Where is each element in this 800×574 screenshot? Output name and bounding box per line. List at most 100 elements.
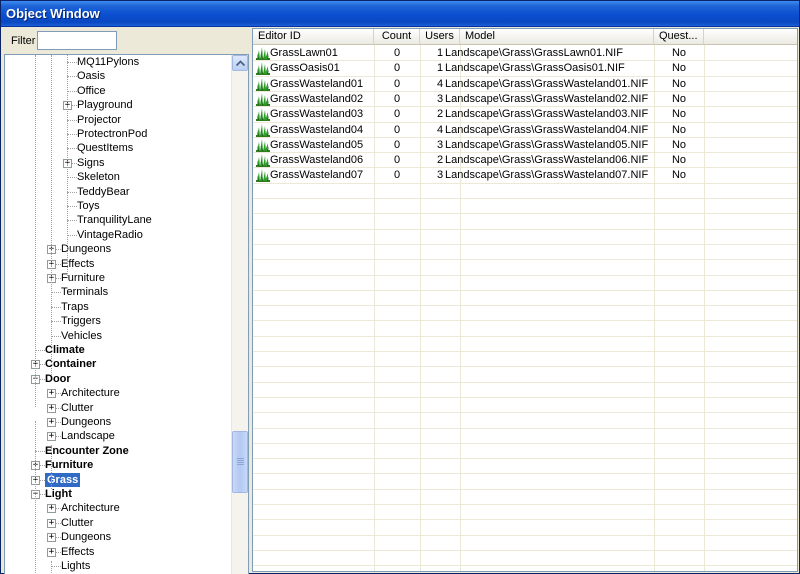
- tree-scroll-thumb[interactable]: [232, 431, 248, 493]
- cell-editor-id: GrassOasis01: [270, 62, 340, 74]
- tree-node-label: Triggers: [61, 315, 101, 327]
- cell-editor-id: GrassWasteland01: [270, 78, 364, 90]
- tree-node[interactable]: Toys: [77, 199, 100, 213]
- tree-node[interactable]: Vehicles: [61, 329, 102, 343]
- tree-node[interactable]: Landscape: [61, 429, 115, 443]
- tree-node[interactable]: TeddyBear: [77, 185, 130, 199]
- tree-node[interactable]: Dungeons: [61, 530, 111, 544]
- tree-expander-icon[interactable]: +: [47, 404, 56, 413]
- grass-icon: [256, 93, 270, 106]
- table-row[interactable]: GrassWasteland07 0 3 Landscape\Grass\GrassW…: [253, 168, 797, 183]
- filter-input[interactable]: [37, 31, 117, 50]
- tree-node[interactable]: MQ11Pylons: [77, 55, 139, 69]
- cell-model: Landscape\Grass\GrassWasteland04.NIF: [445, 124, 649, 136]
- tree-expander-icon[interactable]: +: [47, 389, 56, 398]
- table-row[interactable]: GrassWasteland03 0 2 Landscape\Grass\GrassW…: [253, 107, 797, 122]
- cell-quest: No: [671, 169, 687, 181]
- tree-node-label: ProtectronPod: [77, 128, 148, 140]
- tree-node-label: Office: [77, 85, 106, 97]
- tree-node[interactable]: Architecture: [61, 386, 120, 400]
- tree-node[interactable]: Dungeons: [61, 415, 111, 429]
- column-header-filler: [704, 29, 797, 45]
- cell-model: Landscape\Grass\GrassLawn01.NIF: [445, 47, 623, 59]
- cell-quest: No: [671, 108, 687, 120]
- cell-count: 0: [393, 78, 401, 90]
- grass-icon: [256, 108, 270, 121]
- tree-node-label: Oasis: [77, 70, 106, 82]
- tree-expander-icon[interactable]: +: [47, 548, 56, 557]
- table-row[interactable]: GrassWasteland05 0 3 Landscape\Grass\GrassW…: [253, 138, 797, 153]
- tree-node[interactable]: Clutter: [61, 516, 93, 530]
- tree-node-label: Toys: [77, 200, 100, 212]
- object-window: Object Window Filter MQ11Pylons Oasis Of…: [0, 0, 800, 574]
- tree-node[interactable]: Clutter: [61, 401, 93, 415]
- title-bar[interactable]: Object Window: [1, 1, 799, 27]
- tree-node-label: Projector: [77, 114, 122, 126]
- tree-node-label: Landscape: [61, 430, 115, 442]
- tree-node[interactable]: Oasis: [77, 69, 105, 83]
- cell-count: 0: [393, 154, 401, 166]
- cell-quest: No: [671, 93, 687, 105]
- cell-quest: No: [671, 124, 687, 136]
- tree-expander-icon[interactable]: +: [47, 533, 56, 542]
- cell-model: Landscape\Grass\GrassWasteland05.NIF: [445, 139, 649, 151]
- tree-node-label: Door: [45, 373, 71, 385]
- cell-editor-id: GrassWasteland05: [270, 139, 364, 151]
- tree-node[interactable]: Dungeons: [61, 242, 111, 256]
- table-row[interactable]: GrassWasteland06 0 2 Landscape\Grass\GrassW…: [253, 153, 797, 168]
- tree-expander-icon[interactable]: +: [47, 418, 56, 427]
- tree-node-label: Furniture: [45, 459, 94, 471]
- tree-node[interactable]: VintageRadio: [77, 228, 143, 242]
- tree-node[interactable]: Container: [45, 357, 96, 371]
- cell-count: 0: [393, 93, 401, 105]
- tree-node-label: Dungeons: [61, 531, 112, 543]
- tree-node[interactable]: Effects: [61, 545, 94, 559]
- cell-quest: No: [671, 47, 687, 59]
- tree-scrollbar[interactable]: [231, 55, 248, 574]
- tree-node[interactable]: Signs: [77, 156, 105, 170]
- tree-node[interactable]: Light: [45, 487, 72, 501]
- column-header-quest[interactable]: Quest...: [654, 29, 704, 45]
- column-header-count[interactable]: Count: [374, 29, 420, 45]
- tree-node[interactable]: QuestItems: [77, 141, 133, 155]
- tree-node-label: Lights: [61, 560, 91, 572]
- tree-node-label: Clutter: [61, 402, 94, 414]
- tree-node[interactable]: Office: [77, 84, 106, 98]
- object-tree[interactable]: MQ11Pylons Oasis Office Playground + Projecto…: [4, 54, 249, 574]
- column-header-editor-id[interactable]: Editor ID: [253, 29, 374, 45]
- table-row[interactable]: GrassLawn01 0 1 Landscape\Grass\GrassLawn01…: [253, 46, 797, 61]
- tree-node[interactable]: TranquilityLane: [77, 213, 152, 227]
- tree-node[interactable]: Furniture: [45, 458, 93, 472]
- table-row[interactable]: GrassWasteland02 0 3 Landscape\Grass\GrassW…: [253, 92, 797, 107]
- tree-node[interactable]: Door: [45, 372, 71, 386]
- cell-editor-id: GrassWasteland06: [270, 154, 364, 166]
- tree-node[interactable]: Traps: [61, 300, 89, 314]
- table-row[interactable]: GrassWasteland01 0 4 Landscape\Grass\GrassW…: [253, 77, 797, 92]
- tree-node[interactable]: Lights: [61, 559, 90, 573]
- table-row[interactable]: GrassWasteland04 0 4 Landscape\Grass\GrassW…: [253, 123, 797, 138]
- tree-node[interactable]: Playground: [77, 98, 133, 112]
- tree-node-label: Dungeons: [61, 416, 112, 428]
- table-row[interactable]: GrassOasis01 0 1 Landscape\Grass\GrassOasis…: [253, 61, 797, 76]
- tree-expander-icon[interactable]: +: [47, 504, 56, 513]
- tree-expander-icon[interactable]: +: [47, 432, 56, 441]
- tree-node[interactable]: Architecture: [61, 501, 120, 515]
- column-header-model[interactable]: Model: [460, 29, 654, 45]
- grass-icon: [256, 139, 270, 152]
- cell-quest: No: [671, 154, 687, 166]
- cell-editor-id: GrassWasteland02: [270, 93, 364, 105]
- tree-node[interactable]: ProtectronPod: [77, 127, 147, 141]
- tree-expander-icon[interactable]: +: [47, 519, 56, 528]
- scroll-up-arrow-icon[interactable]: [232, 55, 248, 71]
- tree-node[interactable]: Skeleton: [77, 170, 120, 184]
- tree-node[interactable]: Encounter Zone: [45, 444, 129, 458]
- column-header-users[interactable]: Users: [420, 29, 460, 45]
- tree-node[interactable]: Projector: [77, 113, 121, 127]
- cell-count: 0: [393, 169, 401, 181]
- tree-node-label: Effects: [61, 546, 95, 558]
- cell-editor-id: GrassWasteland07: [270, 169, 364, 181]
- object-list[interactable]: Editor ID Count Users Model Quest... Gra…: [252, 28, 798, 572]
- tree-node[interactable]: Terminals: [61, 285, 108, 299]
- tree-node[interactable]: Triggers: [61, 314, 101, 328]
- cell-model: Landscape\Grass\GrassWasteland06.NIF: [445, 154, 649, 166]
